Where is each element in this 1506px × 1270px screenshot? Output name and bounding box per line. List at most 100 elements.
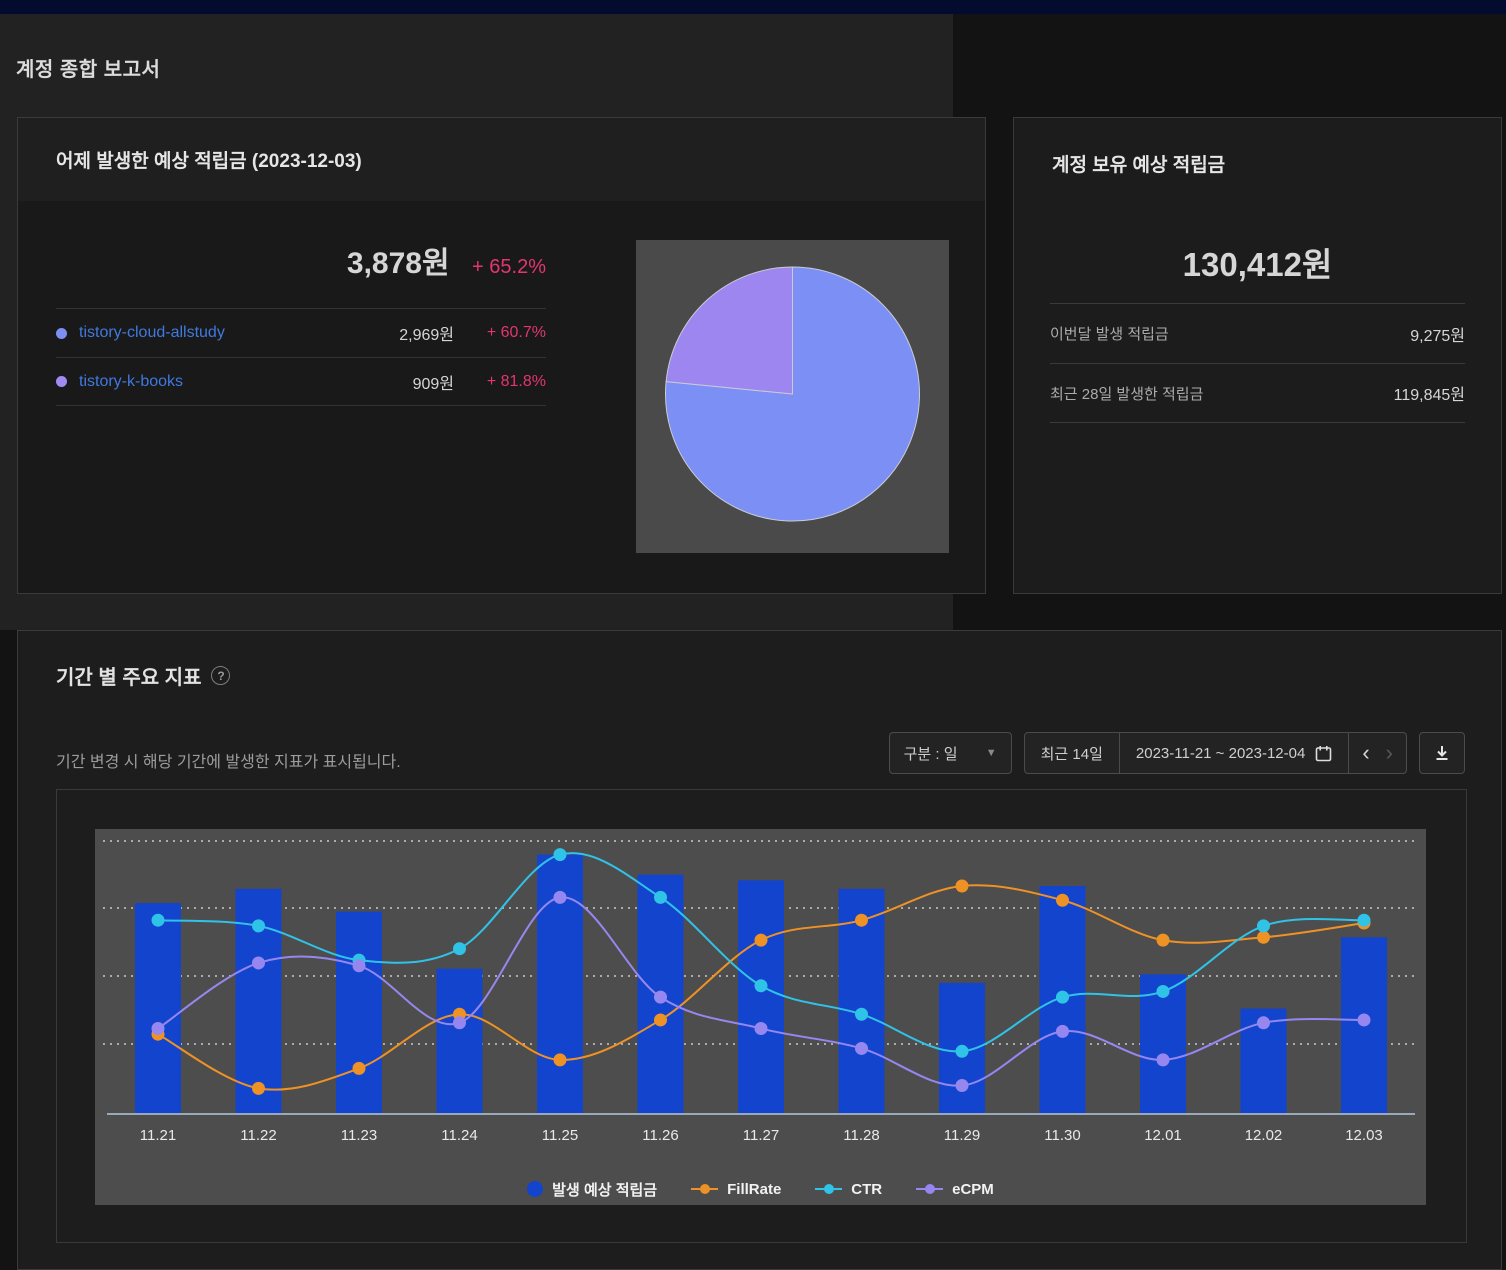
data-point xyxy=(252,1081,265,1095)
x-axis-label: 11.30 xyxy=(1044,1127,1080,1144)
bar xyxy=(336,911,382,1114)
data-point xyxy=(1056,893,1069,907)
account-bullet-icon xyxy=(56,376,67,387)
legend-circle-swatch xyxy=(527,1181,544,1197)
x-axis-label: 11.24 xyxy=(441,1127,477,1144)
balance-row-label: 최근 28일 발생한 적립금 xyxy=(1050,385,1204,403)
x-axis-label: 11.22 xyxy=(240,1127,276,1144)
balance-row-value: 119,845원 xyxy=(1393,387,1465,404)
data-point xyxy=(453,1016,466,1030)
legend-line-swatch xyxy=(815,1184,843,1194)
legend-item[interactable]: 발생 예상 적립금 xyxy=(527,1179,657,1200)
yesterday-total-amount: 3,878원 xyxy=(346,247,450,280)
legend-label: eCPM xyxy=(952,1180,994,1198)
section-title-row: 기간 별 주요 지표 ? xyxy=(56,661,231,690)
download-button[interactable] xyxy=(1419,732,1465,774)
range-preset-label: 최근 14일 xyxy=(1040,745,1103,763)
data-point xyxy=(855,1041,868,1055)
account-row: tistory-k-books 909원 + 81.8% xyxy=(56,357,546,406)
account-row: tistory-cloud-allstudy 2,969원 + 60.7% xyxy=(56,308,546,357)
balance-card: 계정 보유 예상 적립금 130,412원 이번달 발생 적립금 9,275원 … xyxy=(1013,117,1502,594)
pie-slice xyxy=(665,266,793,395)
account-link[interactable]: tistory-cloud-allstudy xyxy=(79,324,225,342)
data-point xyxy=(453,942,466,956)
yesterday-card-title: 어제 발생한 예상 적립금 (2023-12-03) xyxy=(56,151,362,172)
range-preset-button[interactable]: 최근 14일 xyxy=(1025,733,1119,773)
data-point xyxy=(654,990,667,1004)
date-range-button[interactable]: 2023-11-21 ~ 2023-12-04 xyxy=(1118,733,1348,773)
section-title: 기간 별 주요 지표 xyxy=(56,667,202,689)
data-point xyxy=(855,1007,868,1021)
page-title: 계정 종합 보고서 xyxy=(16,59,161,81)
legend-item[interactable]: eCPM xyxy=(916,1181,994,1198)
data-point xyxy=(754,933,768,947)
help-icon[interactable]: ? xyxy=(211,666,231,685)
date-pager: ‹ › xyxy=(1348,733,1406,773)
data-point xyxy=(855,913,868,927)
data-point xyxy=(553,848,567,862)
date-range-label: 2023-11-21 ~ 2023-12-04 xyxy=(1135,744,1306,762)
legend-line-swatch xyxy=(916,1184,944,1194)
data-point xyxy=(1056,990,1069,1004)
date-range-group: 최근 14일 2023-11-21 ~ 2023-12-04 ‹ › xyxy=(1023,732,1407,774)
calendar-icon xyxy=(1316,745,1332,761)
prev-period-button[interactable]: ‹ xyxy=(1362,742,1369,764)
unit-select-label: 구분 : 일 xyxy=(903,745,958,763)
account-link[interactable]: tistory-k-books xyxy=(79,373,183,391)
data-point xyxy=(1357,1013,1371,1027)
data-point xyxy=(1257,930,1270,944)
data-point xyxy=(252,956,265,970)
next-period-button[interactable]: › xyxy=(1386,742,1393,764)
x-axis-label: 11.26 xyxy=(642,1127,678,1144)
account-value: 909원 xyxy=(412,375,454,393)
chart-legend: 발생 예상 적립금 FillRate CTR eCPM xyxy=(95,1174,1426,1210)
legend-item[interactable]: CTR xyxy=(815,1181,882,1198)
data-point xyxy=(955,1044,969,1058)
x-axis-label: 11.29 xyxy=(944,1127,980,1144)
legend-item[interactable]: FillRate xyxy=(691,1181,781,1198)
unit-select-dropdown[interactable]: 구분 : 일 ▼ xyxy=(888,732,1012,774)
yesterday-earnings-card: 어제 발생한 예상 적립금 (2023-12-03) 3,878원 + 65.2… xyxy=(17,117,986,594)
balance-row: 이번달 발생 적립금 9,275원 xyxy=(1050,303,1465,363)
x-axis-label: 12.02 xyxy=(1245,1127,1283,1144)
data-point xyxy=(352,959,366,973)
bar xyxy=(135,903,181,1114)
data-point xyxy=(754,1022,768,1035)
balance-row: 최근 28일 발생한 적립금 119,845원 xyxy=(1050,363,1465,423)
legend-label: FillRate xyxy=(727,1180,782,1198)
balance-row-value: 9,275원 xyxy=(1410,327,1465,345)
metrics-chart-plot: 11.21 11.22 11.23 11.24 11.25 11.26 11.27 11.28… xyxy=(95,829,1426,1205)
earnings-pie-chart xyxy=(636,240,949,553)
balance-row-label: 이번달 발생 적립금 xyxy=(1050,326,1169,343)
x-axis-label: 11.27 xyxy=(743,1127,779,1144)
x-axis-label: 11.28 xyxy=(843,1127,879,1144)
metrics-chart-box: 11.21 11.22 11.23 11.24 11.25 11.26 11.27 11.28… xyxy=(56,789,1467,1243)
yesterday-total-change: + 65.2% xyxy=(472,256,546,278)
legend-label: CTR xyxy=(851,1180,883,1198)
account-bullet-icon xyxy=(56,327,67,339)
data-point xyxy=(1056,1024,1069,1038)
yesterday-total-row: 3,878원 + 65.2% xyxy=(56,238,546,282)
data-point xyxy=(654,890,667,904)
account-list: tistory-cloud-allstudy 2,969원 + 60.7% ti… xyxy=(56,308,546,406)
chevron-down-icon: ▼ xyxy=(985,747,997,759)
account-change: + 81.8% xyxy=(486,372,546,390)
section-description: 기간 변경 시 해당 기간에 발생한 지표가 표시됩니다. xyxy=(56,754,401,771)
bar xyxy=(436,968,483,1114)
bar xyxy=(738,880,784,1114)
x-axis-label: 11.25 xyxy=(542,1127,578,1144)
x-axis-label: 12.01 xyxy=(1144,1127,1182,1144)
data-point xyxy=(151,1022,165,1035)
balance-card-title: 계정 보유 예상 적립금 xyxy=(1052,155,1226,176)
data-point xyxy=(1257,1016,1270,1030)
x-axis-label: 12.03 xyxy=(1345,1127,1383,1144)
top-nav-bar xyxy=(0,0,1506,14)
data-point xyxy=(553,1053,567,1067)
data-point xyxy=(754,979,768,993)
legend-line-swatch xyxy=(691,1184,719,1194)
pie-chart-svg xyxy=(665,266,920,522)
balance-rows: 이번달 발생 적립금 9,275원 최근 28일 발생한 적립금 119,845… xyxy=(1050,303,1465,423)
data-point xyxy=(955,1079,969,1092)
download-icon xyxy=(1436,746,1448,760)
data-point xyxy=(553,890,567,904)
